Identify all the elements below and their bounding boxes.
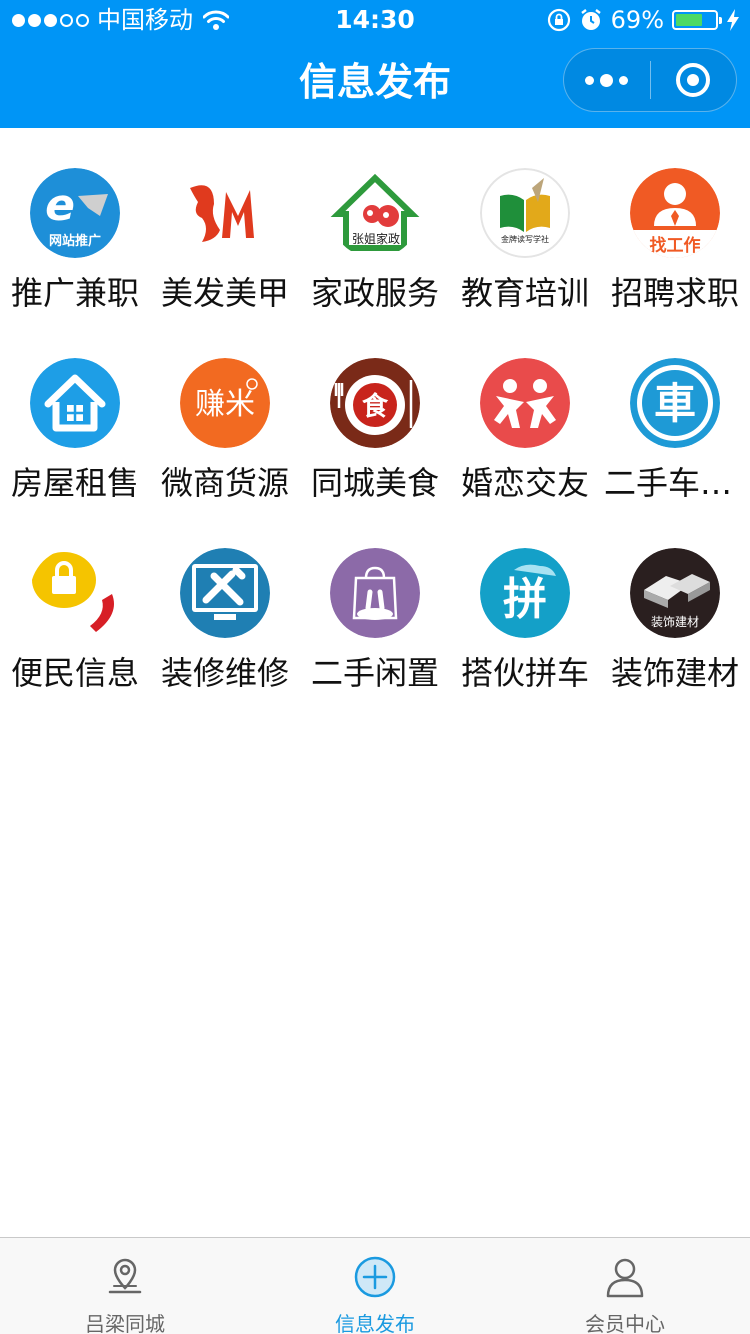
tab-label: 吕梁同城 [85,1312,165,1334]
battery-percent: 69% [610,6,664,34]
category-label: 微商货源 [160,464,289,502]
category-item[interactable]: 便民信息 [0,508,150,698]
web-promotion-icon: e 网站推广 [30,168,120,258]
category-label: 装饰建材 [610,654,739,692]
svg-text:拼: 拼 [503,574,547,625]
category-item[interactable]: 张姐家政 家政服务 [300,128,450,318]
category-label: 装修维修 [160,654,289,692]
location-pin-icon [102,1238,148,1304]
category-item[interactable]: 赚米 微商货源 [150,318,300,508]
category-item[interactable]: e 网站推广推广兼职 [0,128,150,318]
charging-bolt-icon [727,9,739,31]
housekeeping-icon: 张姐家政 [330,168,420,258]
battery-fill [676,14,702,26]
category-label: 二手闲置 [310,654,439,692]
target-circle-icon [676,63,711,97]
tab-item[interactable]: 会员中心 [500,1238,750,1334]
category-label: 便民信息 [10,654,139,692]
category-label: 同城美食 [310,464,439,502]
svg-text:食: 食 [362,391,389,422]
ellipsis-icon [585,75,595,85]
category-item[interactable]: 婚恋交友 [450,318,600,508]
repair-tools-icon [180,548,270,638]
food-dining-icon: 食 [330,358,420,448]
category-item[interactable]: 找工作 招聘求职 [600,128,750,318]
tab-label: 信息发布 [335,1312,415,1334]
tab-label: 会员中心 [585,1312,665,1334]
category-label: 招聘求职 [610,274,739,312]
app-root: 中国移动 14:30 69% 信息发布 e 网站推广 推广兼职 美发美甲 张姐家… [0,0,750,1334]
user-icon [602,1238,648,1304]
hair-salon-icon [180,168,270,258]
mini-program-capsule [563,48,737,112]
alarm-icon [580,9,601,30]
used-car-icon: 車 [630,358,720,448]
house-icon [30,358,120,448]
close-button[interactable] [651,49,737,111]
tab-bar: 吕梁同城 信息发布 会员中心 [0,1237,750,1334]
building-materials-icon: 装饰建材 [630,548,720,638]
svg-text:車: 車 [654,379,696,428]
more-button[interactable] [564,49,650,111]
category-label: 二手车交易 [604,464,750,502]
education-book-icon: 金牌读写学社 [480,168,570,258]
category-item[interactable]: 拼搭伙拼车 [450,508,600,698]
category-label: 家政服务 [310,274,439,312]
category-item[interactable]: 房屋租售 [0,318,150,508]
idle-bag-icon [330,548,420,638]
svg-text:张姐家政: 张姐家政 [352,231,400,246]
add-circle-icon [352,1238,398,1304]
category-label: 美发美甲 [160,274,289,312]
category-item[interactable]: 食 同城美食 [300,318,450,508]
category-item[interactable]: 装饰建材 装饰建材 [600,508,750,698]
category-label: 搭伙拼车 [460,654,589,692]
category-label: 教育培训 [460,274,589,312]
tab-item[interactable]: 信息发布 [250,1238,500,1334]
category-item[interactable]: 美发美甲 [150,128,300,318]
svg-text:找工作: 找工作 [650,235,701,256]
category-label: 推广兼职 [10,274,139,312]
dating-people-icon [480,358,570,448]
status-right: 69% [547,5,740,35]
svg-text:装饰建材: 装饰建材 [651,615,699,629]
lock-phone-icon [30,548,120,638]
svg-text:赚米: 赚米 [195,387,255,422]
svg-text:金牌读写学社: 金牌读写学社 [501,234,549,244]
category-item[interactable]: 車二手车交易 [600,318,750,508]
tab-item[interactable]: 吕梁同城 [0,1238,250,1334]
category-label: 房屋租售 [10,464,139,502]
svg-text:e: e [45,180,75,231]
svg-text:网站推广: 网站推广 [49,233,101,249]
category-grid: e 网站推广推广兼职 美发美甲 张姐家政家政服务 金牌读写学社教育培训 找工作招… [0,128,750,698]
zhuanmi-icon: 赚米 [180,358,270,448]
category-item[interactable]: 金牌读写学社教育培训 [450,128,600,318]
category-label: 婚恋交友 [460,464,589,502]
status-bar: 中国移动 14:30 69% [0,0,750,40]
category-item[interactable]: 二手闲置 [300,508,450,698]
carpool-icon: 拼 [480,548,570,638]
orientation-lock-icon [547,8,570,32]
battery-icon [672,10,722,30]
job-search-icon: 找工作 [630,168,720,258]
category-item[interactable]: 装修维修 [150,508,300,698]
header: 中国移动 14:30 69% 信息发布 [0,0,750,128]
